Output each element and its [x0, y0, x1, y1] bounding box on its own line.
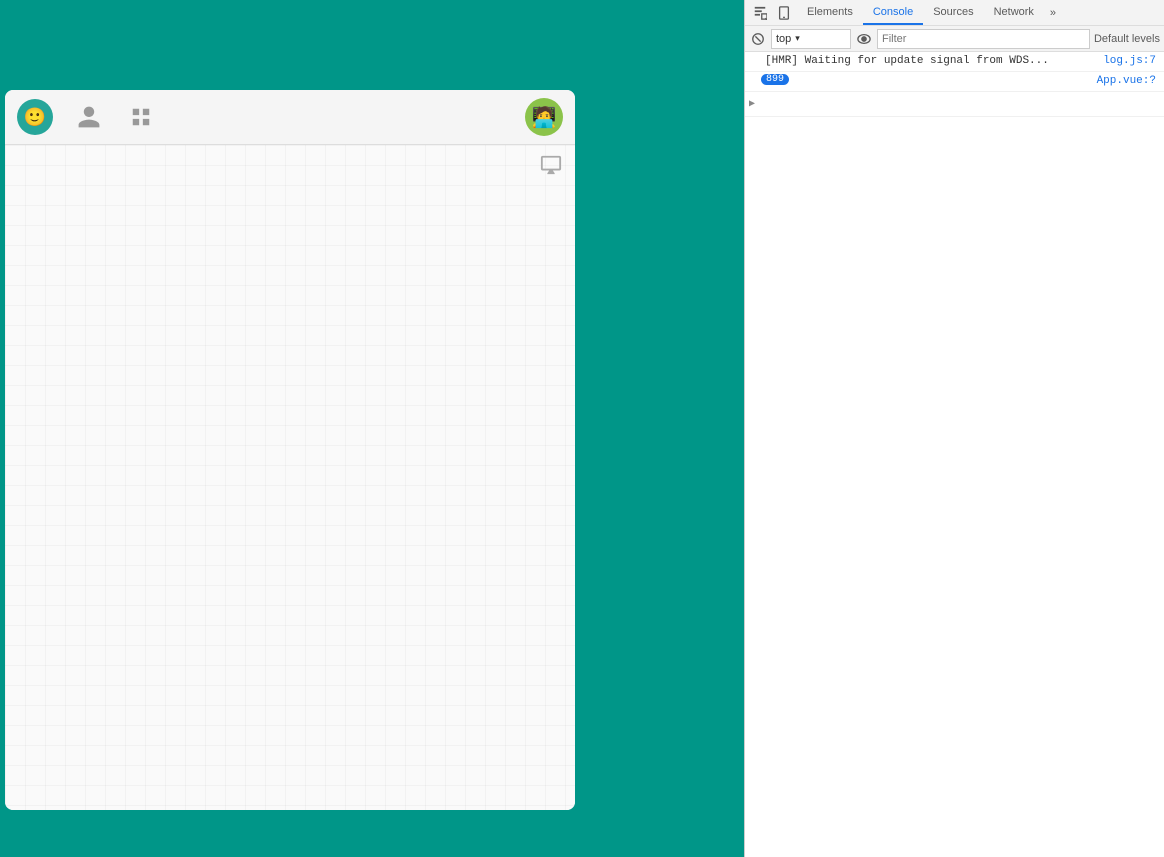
device-icon: [778, 6, 790, 20]
row-content-1: [HMR] Waiting for update signal from WDS…: [761, 54, 1099, 68]
tab-sources[interactable]: Sources: [923, 0, 983, 25]
row-count-badge: 899: [761, 74, 789, 85]
grid-svg: [130, 106, 152, 128]
app-background: 🙂 🧑‍💻: [0, 0, 744, 857]
inspect-button[interactable]: [749, 2, 771, 24]
chat-emoji-icon[interactable]: 🙂: [17, 99, 53, 135]
console-row: [HMR] Waiting for update signal from WDS…: [745, 52, 1164, 72]
context-value: top: [776, 33, 791, 45]
clear-icon: [751, 32, 765, 46]
chat-panel: 🙂 🧑‍💻: [5, 90, 575, 810]
devtools-panel: Elements Console Sources Network » top ▾: [744, 0, 1164, 857]
console-toolbar: top ▾ Default levels: [745, 26, 1164, 52]
chat-body: [5, 145, 575, 810]
devtools-tabs: Elements Console Sources Network »: [797, 0, 1160, 25]
emoji-face: 🙂: [24, 107, 46, 128]
tab-network[interactable]: Network: [984, 0, 1044, 25]
chat-body-grid: [5, 145, 575, 810]
avatar-emoji: 🧑‍💻: [532, 105, 557, 130]
console-output: [HMR] Waiting for update signal from WDS…: [745, 52, 1164, 857]
grid-icon[interactable]: [125, 101, 157, 133]
device-toggle-button[interactable]: [773, 2, 795, 24]
eye-icon: [857, 32, 871, 46]
avatar[interactable]: 🧑‍💻: [525, 98, 563, 136]
context-selector[interactable]: top ▾: [771, 29, 851, 49]
default-levels-dropdown[interactable]: Default levels: [1094, 33, 1160, 45]
user-icon[interactable]: [73, 101, 105, 133]
chat-header: 🙂 🧑‍💻: [5, 90, 575, 145]
user-svg: [76, 104, 102, 130]
clear-console-button[interactable]: [749, 30, 767, 48]
inspect-icon: [753, 6, 767, 20]
live-expressions-button[interactable]: [855, 30, 873, 48]
tab-console[interactable]: Console: [863, 0, 923, 25]
devtools-toolbar: Elements Console Sources Network »: [745, 0, 1164, 26]
tab-elements[interactable]: Elements: [797, 0, 863, 25]
console-expand-row: ▶: [745, 92, 1164, 117]
row-source-2[interactable]: App.vue:?: [1093, 74, 1164, 88]
monitor-svg: [540, 154, 562, 176]
filter-input[interactable]: [877, 29, 1090, 49]
row-source-1[interactable]: log.js:7: [1099, 54, 1164, 68]
monitor-icon[interactable]: [539, 153, 563, 177]
console-row: 899 App.vue:?: [745, 72, 1164, 92]
row-content-2: [793, 74, 1093, 76]
chat-header-left: 🙂: [17, 99, 157, 135]
devtools-more-tabs[interactable]: »: [1044, 7, 1062, 19]
context-arrow: ▾: [795, 33, 800, 44]
expand-arrow[interactable]: ▶: [745, 94, 759, 114]
